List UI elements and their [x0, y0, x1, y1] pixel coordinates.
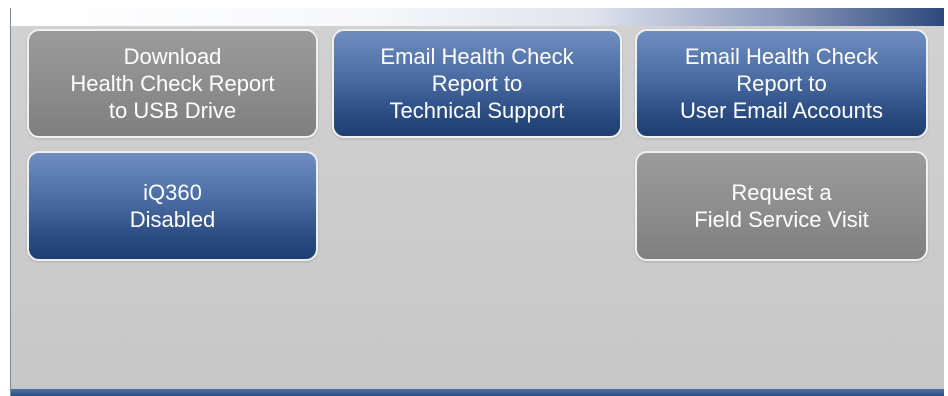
email-tech-support-label: Email Health Check Report to Technical S…: [380, 44, 574, 123]
health-check-screen: Download Health Check Report to USB Driv…: [10, 8, 944, 396]
title-bar-strip: [11, 8, 944, 26]
download-report-label: Download Health Check Report to USB Driv…: [70, 44, 275, 123]
field-service-button[interactable]: Request a Field Service Visit: [635, 151, 928, 261]
email-user-accounts-button[interactable]: Email Health Check Report to User Email …: [635, 29, 928, 138]
download-report-button[interactable]: Download Health Check Report to USB Driv…: [27, 29, 318, 138]
email-user-accounts-label: Email Health Check Report to User Email …: [680, 44, 883, 123]
field-service-label: Request a Field Service Visit: [694, 180, 869, 232]
iq360-button[interactable]: iQ360 Disabled: [27, 151, 318, 261]
email-tech-support-button[interactable]: Email Health Check Report to Technical S…: [332, 29, 622, 138]
bottom-status-strip: [11, 389, 944, 396]
iq360-label: iQ360 Disabled: [129, 180, 216, 232]
